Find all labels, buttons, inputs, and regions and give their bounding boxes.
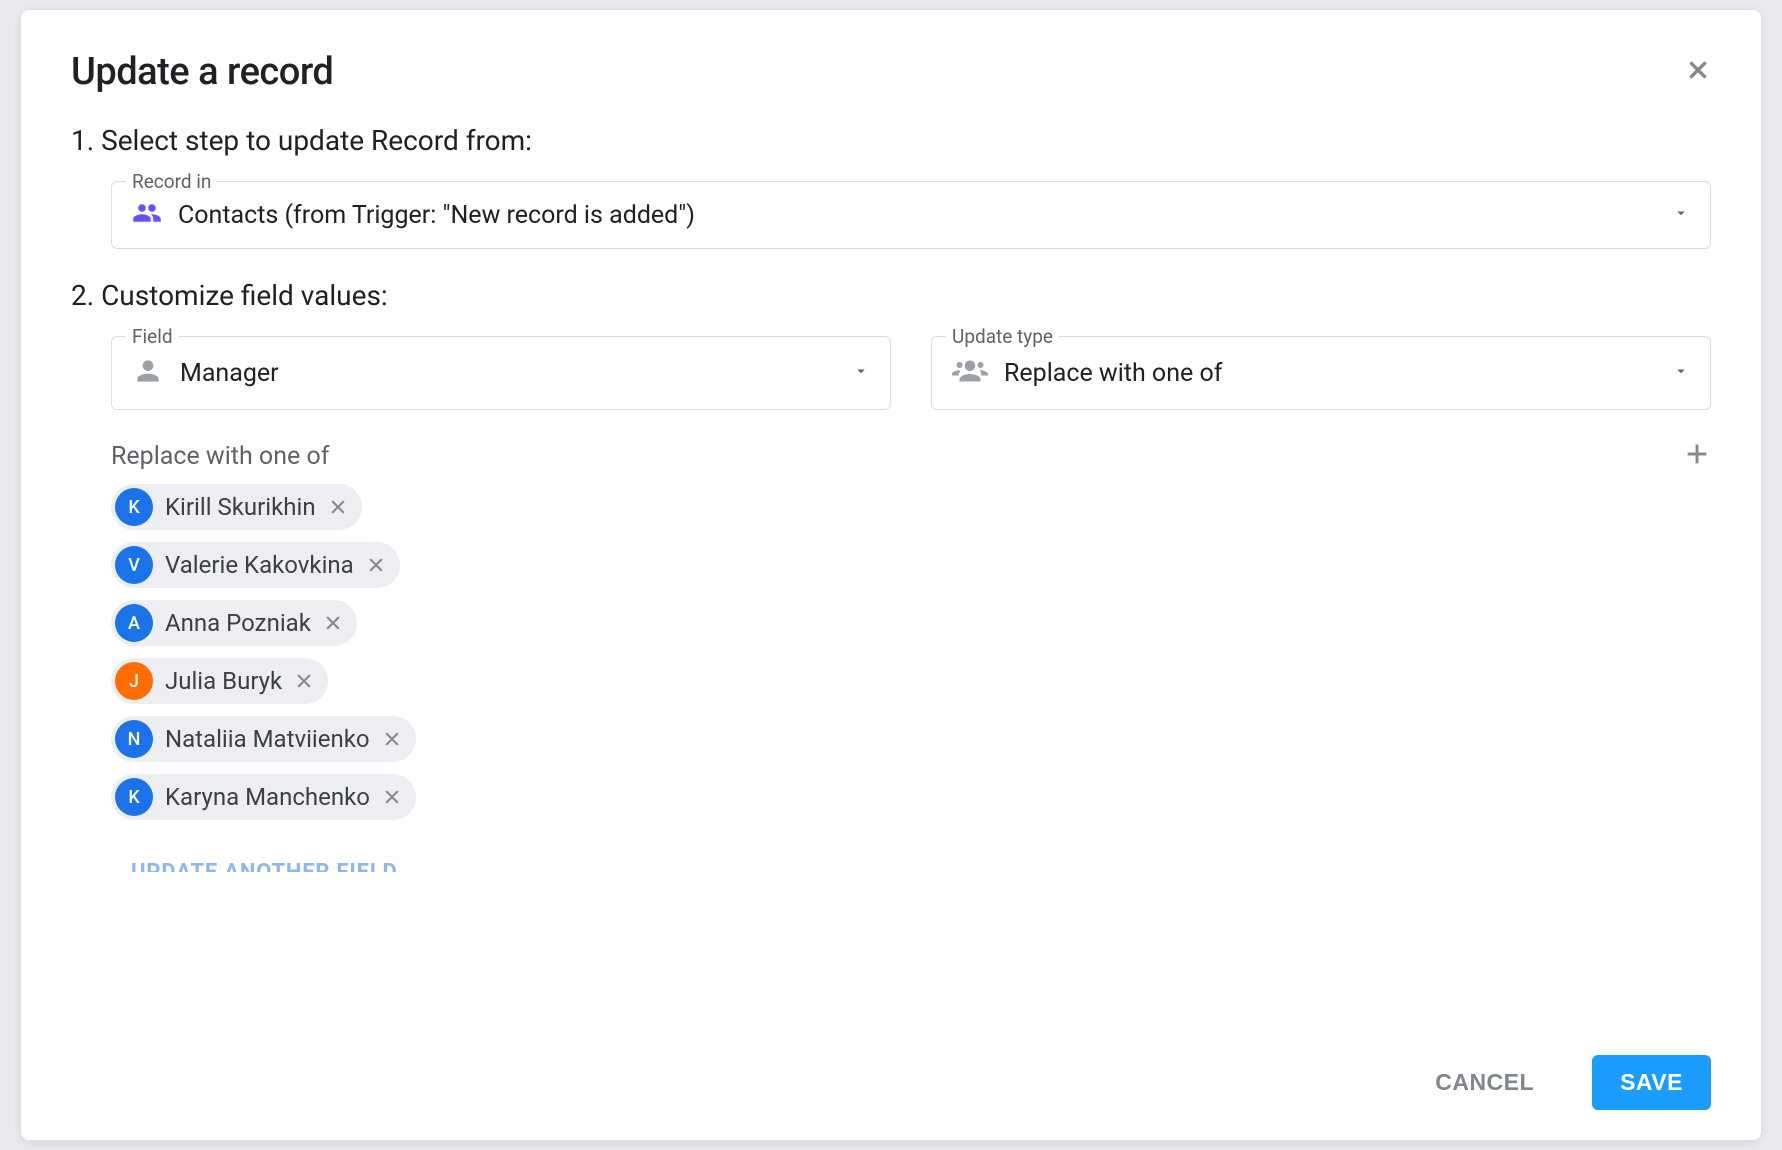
chip-name: Valerie Kakovkina xyxy=(165,551,354,579)
update-another-field-button[interactable]: UPDATE ANOTHER FIELD xyxy=(131,860,1711,872)
avatar: V xyxy=(115,546,153,584)
replace-with-section: Replace with one of K Kirill Skurikhin V Va… xyxy=(111,440,1711,820)
save-button[interactable]: SAVE xyxy=(1592,1055,1711,1110)
replace-header: Replace with one of xyxy=(111,440,1711,472)
people-icon xyxy=(132,198,162,232)
chevron-down-icon xyxy=(1672,204,1690,226)
chip-name: Anna Pozniak xyxy=(165,609,311,637)
field-content: Manager xyxy=(132,355,279,391)
person-chip[interactable]: J Julia Buryk xyxy=(111,658,328,704)
update-type-label: Update type xyxy=(946,325,1059,348)
field-select[interactable]: Field Manager xyxy=(111,336,891,410)
chip-name: Kirill Skurikhin xyxy=(165,493,316,521)
chevron-down-icon xyxy=(1672,362,1690,384)
avatar: K xyxy=(115,488,153,526)
replace-label: Replace with one of xyxy=(111,442,329,471)
person-chip[interactable]: V Valerie Kakovkina xyxy=(111,542,400,588)
record-in-value: Contacts (from Trigger: "New record is a… xyxy=(178,201,695,230)
field-value: Manager xyxy=(180,359,279,388)
add-icon[interactable] xyxy=(1683,440,1711,472)
modal-title: Update a record xyxy=(71,50,333,94)
update-record-modal: Update a record 1. Select step to update… xyxy=(21,10,1761,1140)
field-label: Field xyxy=(126,325,179,348)
close-icon[interactable] xyxy=(1685,57,1711,88)
record-in-content: Contacts (from Trigger: "New record is a… xyxy=(132,198,695,232)
remove-icon[interactable] xyxy=(382,729,402,749)
chip-name: Julia Buryk xyxy=(165,667,282,695)
update-type-select[interactable]: Update type Replace with one of xyxy=(931,336,1711,410)
update-type-content: Replace with one of xyxy=(952,353,1222,393)
step2-heading: 2. Customize field values: xyxy=(71,279,1711,312)
remove-icon[interactable] xyxy=(328,497,348,517)
person-chip[interactable]: K Karyna Manchenko xyxy=(111,774,416,820)
field-row: Field Manager Update type Replac xyxy=(111,336,1711,410)
avatar: A xyxy=(115,604,153,642)
update-type-value: Replace with one of xyxy=(1004,359,1222,388)
avatar: K xyxy=(115,778,153,816)
record-in-label: Record in xyxy=(126,170,217,193)
record-in-select[interactable]: Record in Contacts (from Trigger: "New r… xyxy=(111,181,1711,249)
step1-heading: 1. Select step to update Record from: xyxy=(71,124,1711,157)
avatar: J xyxy=(115,662,153,700)
person-chip[interactable]: N Nataliia Matviienko xyxy=(111,716,416,762)
step1-section: 1. Select step to update Record from: Re… xyxy=(71,124,1711,249)
step2-section: 2. Customize field values: Field Manager… xyxy=(71,279,1711,872)
person-icon xyxy=(132,355,164,391)
chip-name: Nataliia Matviienko xyxy=(165,725,370,753)
remove-icon[interactable] xyxy=(366,555,386,575)
person-chip[interactable]: K Kirill Skurikhin xyxy=(111,484,362,530)
chip-name: Karyna Manchenko xyxy=(165,783,370,811)
chevron-down-icon xyxy=(852,362,870,384)
modal-header: Update a record xyxy=(71,50,1711,94)
remove-icon[interactable] xyxy=(323,613,343,633)
cancel-button[interactable]: CANCEL xyxy=(1407,1055,1562,1110)
chips-container: K Kirill Skurikhin V Valerie Kakovkina A Anna… xyxy=(111,484,1711,820)
group-icon xyxy=(952,353,988,393)
modal-footer: CANCEL SAVE xyxy=(1407,1055,1711,1110)
avatar: N xyxy=(115,720,153,758)
remove-icon[interactable] xyxy=(294,671,314,691)
person-chip[interactable]: A Anna Pozniak xyxy=(111,600,357,646)
remove-icon[interactable] xyxy=(382,787,402,807)
